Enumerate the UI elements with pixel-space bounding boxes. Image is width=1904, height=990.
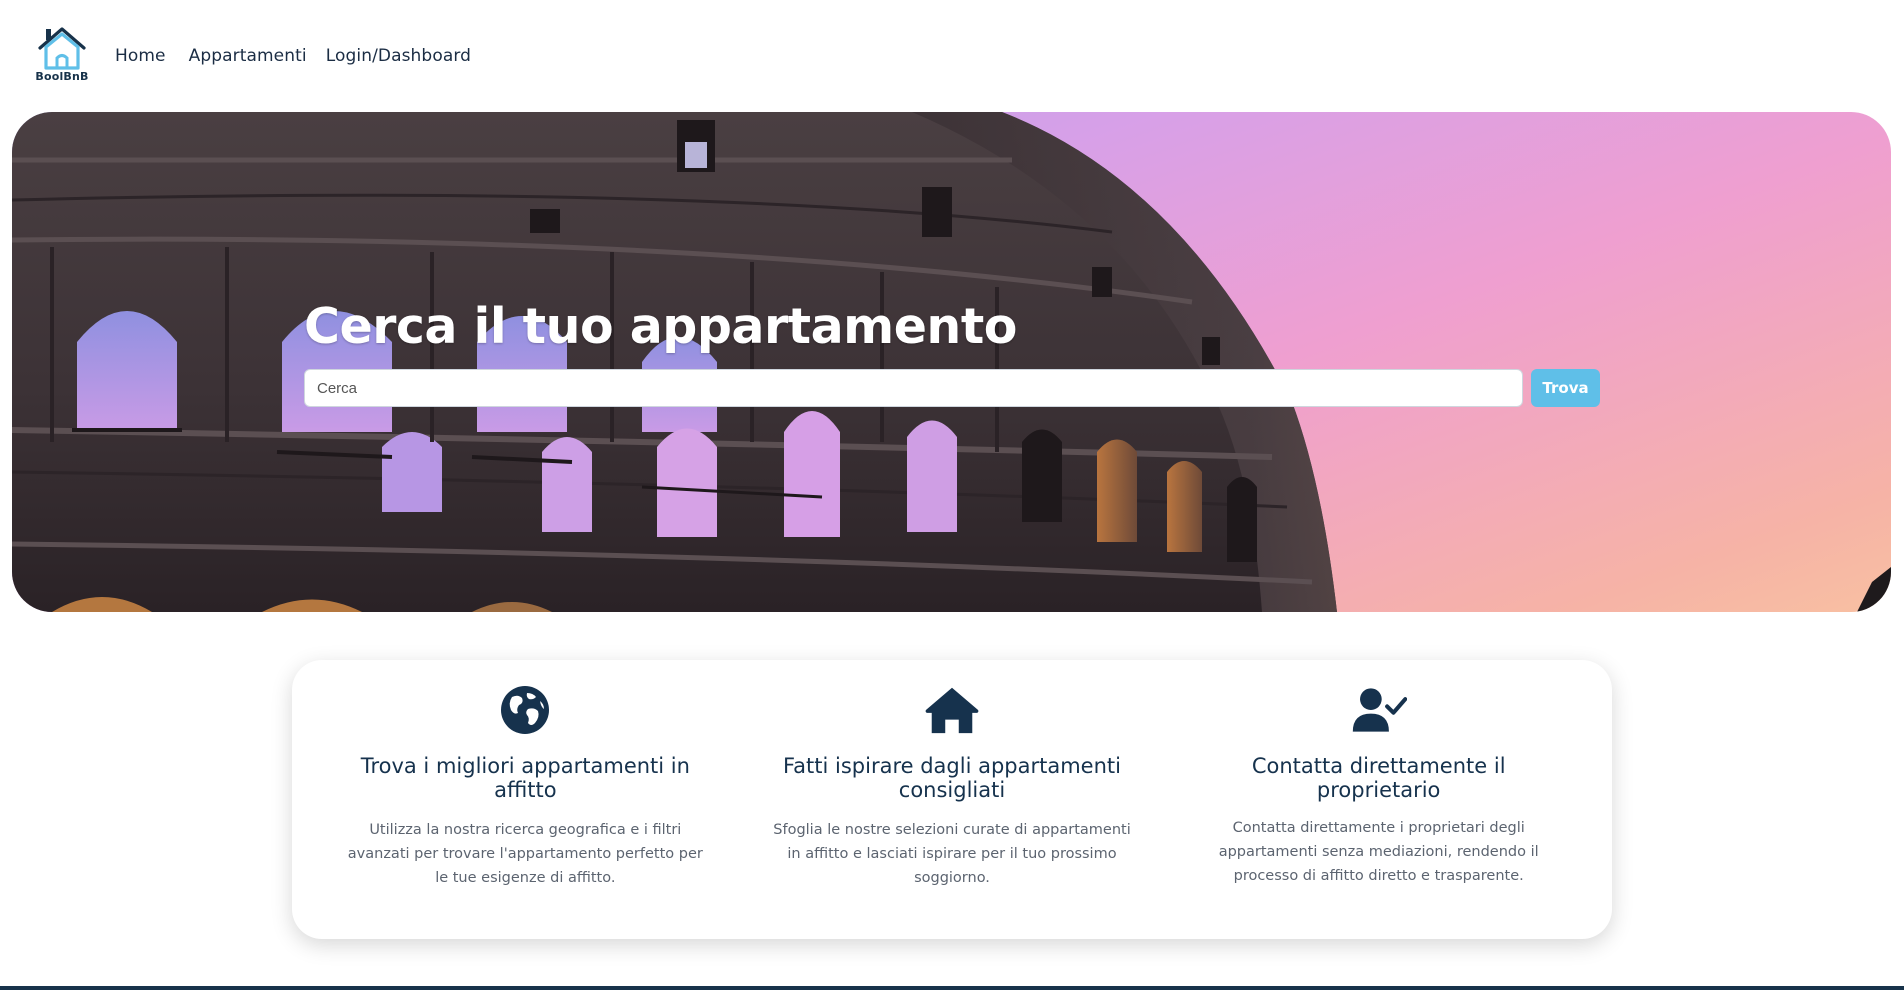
- feature-description: Utilizza la nostra ricerca geografica e …: [347, 822, 703, 886]
- search-button[interactable]: Trova: [1531, 369, 1600, 407]
- feature-title: Trova i migliori appartamenti in affitto: [360, 754, 690, 802]
- nav-item-login-dashboard[interactable]: Login/Dashboard: [326, 46, 471, 66]
- navbar: BoolBnB Home Appartamenti Login/Dashboar…: [0, 0, 1904, 112]
- feature-title: Fatti ispirare dagli appartamenti consig…: [783, 754, 1121, 802]
- house-icon: [924, 682, 980, 738]
- house-logo-icon: [38, 27, 86, 70]
- feature-item-contact: Contatta direttamente il proprietario Co…: [1165, 660, 1592, 939]
- logo[interactable]: BoolBnB: [31, 26, 93, 84]
- nav-links: Home Appartamenti Login/Dashboard: [115, 46, 471, 66]
- search-form: Trova: [304, 369, 1614, 407]
- nav-item-appartamenti[interactable]: Appartamenti: [189, 46, 307, 66]
- feature-description: Contatta direttamente i proprietari degl…: [1218, 820, 1539, 884]
- user-check-icon: [1351, 682, 1407, 738]
- feature-item-inspiration: Fatti ispirare dagli appartamenti consig…: [739, 660, 1166, 939]
- features-card: Trova i migliori appartamenti in affitto…: [292, 660, 1612, 939]
- feature-description: Sfoglia le nostre selezioni curate di ap…: [773, 822, 1131, 886]
- footer-edge: [0, 986, 1904, 990]
- hero-content: Cerca il tuo appartamento Trova: [304, 298, 1614, 407]
- logo-text: BoolBnB: [35, 70, 89, 83]
- hero-banner: Cerca il tuo appartamento Trova: [12, 112, 1891, 612]
- nav-item-home[interactable]: Home: [115, 46, 166, 66]
- search-input[interactable]: [304, 369, 1523, 407]
- feature-title: Contatta direttamente il proprietario: [1251, 754, 1506, 802]
- globe-icon: [497, 682, 553, 738]
- hero-title: Cerca il tuo appartamento: [304, 298, 1017, 355]
- feature-item-search: Trova i migliori appartamenti in affitto…: [312, 660, 739, 939]
